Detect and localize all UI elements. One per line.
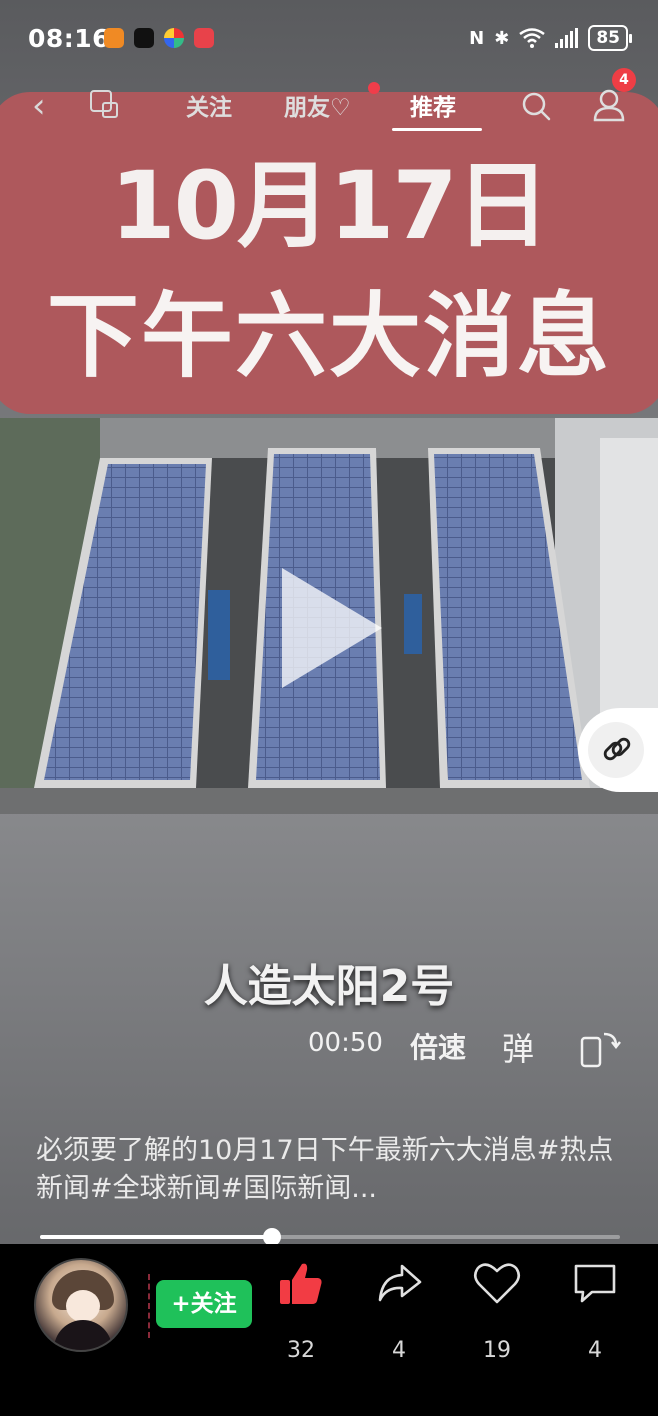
heart-icon (473, 1263, 521, 1304)
search-icon[interactable] (520, 90, 552, 122)
active-tab-indicator (392, 128, 482, 131)
status-bar: 08:16 N ✱ 85 (0, 0, 658, 78)
video-subtitle: 人造太阳2号 (203, 961, 455, 1012)
friends-unread-dot (368, 82, 380, 94)
favorite-button[interactable]: 19 (462, 1258, 532, 1363)
video-progress-bar[interactable] (40, 1228, 620, 1246)
status-time: 08:16 (28, 24, 111, 53)
video-frame[interactable] (0, 418, 658, 814)
app-notification-icon (104, 28, 124, 48)
share-button[interactable]: 4 (364, 1258, 434, 1363)
wifi-icon (519, 28, 546, 48)
share-count: 4 (392, 1338, 406, 1363)
danmu-toggle-button[interactable]: 弹 (502, 1024, 534, 1070)
comment-count: 4 (588, 1338, 602, 1363)
rotate-screen-icon[interactable] (578, 1028, 622, 1068)
cover-title-date: 10月17日 (110, 152, 550, 261)
author-avatar[interactable] (34, 1258, 128, 1352)
comment-icon (574, 1264, 616, 1303)
reader-app-icon (194, 28, 214, 48)
like-button[interactable]: 32 (266, 1258, 336, 1363)
share-arrow-icon (378, 1264, 422, 1302)
floating-window-icon[interactable] (90, 90, 120, 120)
divider (148, 1274, 150, 1338)
follow-button[interactable]: +关注 (156, 1280, 252, 1328)
cover-title-headline: 下午六大消息 (46, 283, 611, 390)
browser-icon (164, 28, 184, 48)
tab-recommend[interactable]: 推荐 (410, 88, 456, 122)
signal-icon (555, 28, 579, 48)
copy-link-button[interactable] (578, 708, 658, 792)
notification-icons (104, 28, 214, 48)
video-progress-fill (40, 1235, 272, 1239)
top-nav: ‹ 关注 朋友♡ 推荐 4 (0, 68, 658, 134)
play-icon[interactable] (282, 568, 382, 688)
link-icon (603, 737, 631, 761)
tiktok-icon (134, 28, 154, 48)
notification-badge: 4 (612, 68, 636, 92)
like-count: 32 (287, 1338, 315, 1363)
nfc-icon: N (469, 27, 485, 49)
video-duration: 00:50 (308, 1028, 383, 1058)
playback-speed-button[interactable]: 倍速 (410, 1026, 466, 1066)
status-indicators: N ✱ 85 (469, 25, 632, 51)
video-caption[interactable]: 必须要了解的10月17日下午最新六大消息#热点新闻#全球新闻#国际新闻... (36, 1132, 626, 1208)
bottom-action-bar: +关注 32 4 19 4 (0, 1244, 658, 1416)
thumbs-up-icon (280, 1263, 322, 1304)
back-icon[interactable]: ‹ (32, 86, 46, 126)
tab-friends[interactable]: 朋友♡ (284, 88, 351, 122)
playback-controls: 00:50 倍速 弹 (0, 1024, 658, 1068)
bluetooth-icon: ✱ (494, 27, 510, 49)
comment-button[interactable]: 4 (560, 1258, 630, 1363)
profile-icon[interactable] (592, 88, 626, 122)
favorite-count: 19 (483, 1338, 511, 1363)
tab-follow[interactable]: 关注 (186, 88, 232, 122)
battery-indicator: 85 (588, 25, 632, 51)
